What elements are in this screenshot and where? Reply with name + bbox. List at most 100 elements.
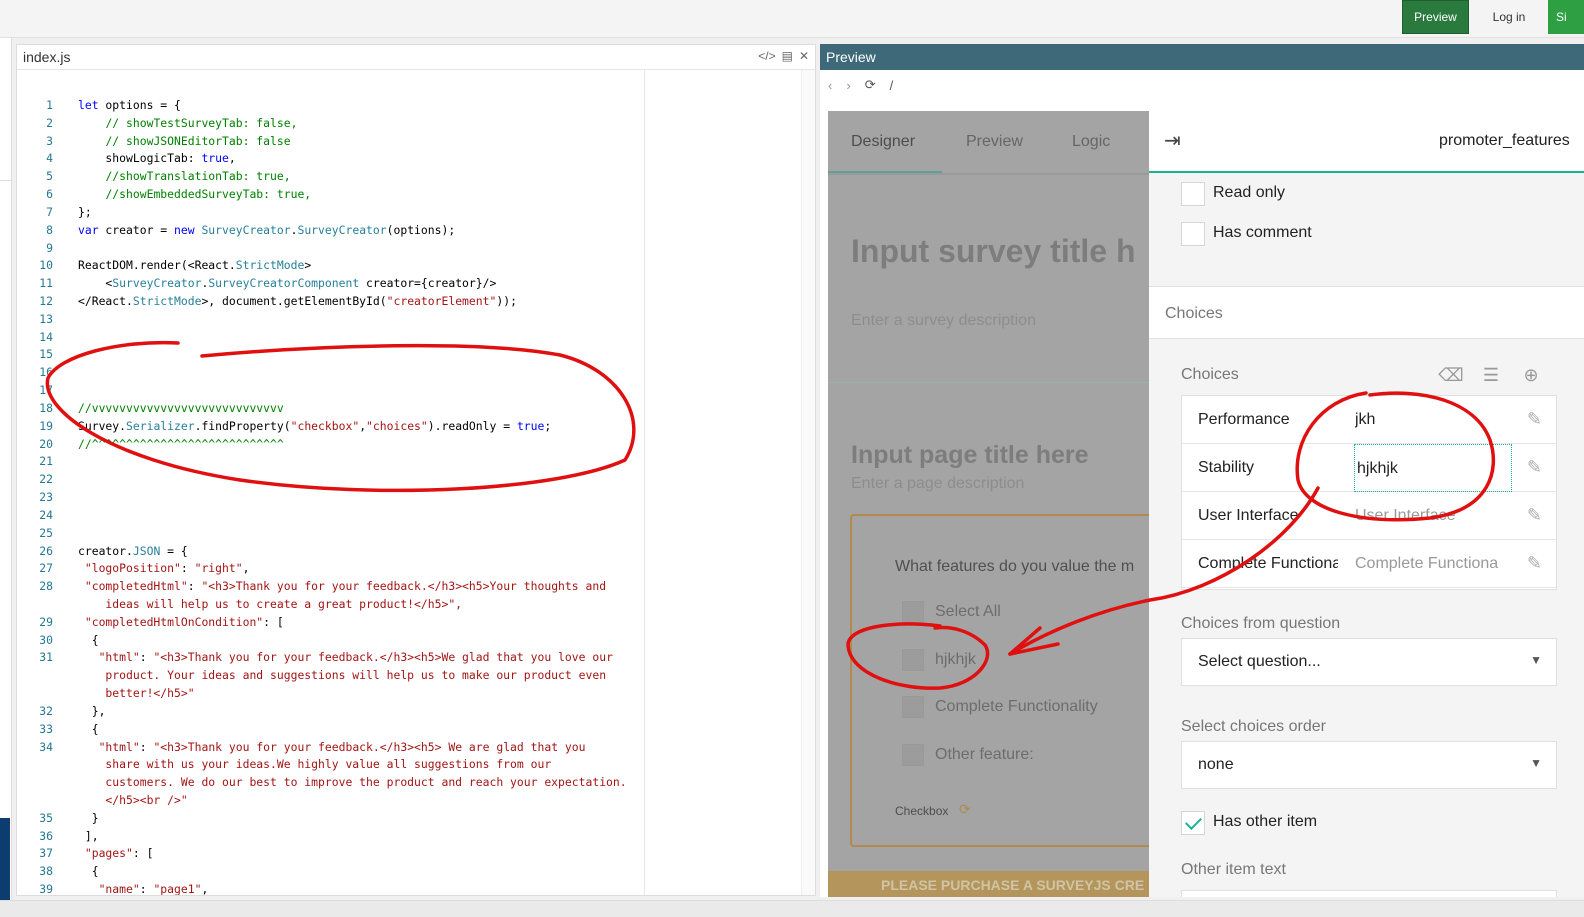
choices-section-header[interactable]: Choices: [1149, 286, 1584, 339]
code-line[interactable]: ideas will help us to create a great pro…: [17, 596, 797, 613]
code-line[interactable]: 1 let options = {: [17, 97, 797, 114]
code-line[interactable]: 18 //vvvvvvvvvvvvvvvvvvvvvvvvvvvv: [17, 400, 797, 417]
login-button[interactable]: Log in: [1474, 0, 1544, 34]
code-line[interactable]: 37 "pages": [: [17, 845, 797, 862]
code-line[interactable]: 22: [17, 471, 797, 488]
question-card[interactable]: What features do you value the m Select …: [850, 514, 1149, 847]
tab-designer[interactable]: Designer: [851, 133, 915, 151]
code-line[interactable]: 6 //showEmbeddedSurveyTab: true,: [17, 186, 797, 203]
option-checkbox[interactable]: [902, 744, 924, 766]
has-comment-checkbox[interactable]: Has comment: [1181, 222, 1481, 246]
code-line[interactable]: 27 "logoPosition": "right",: [17, 560, 797, 577]
code-line[interactable]: 34 "html": "<h3>Thank you for your feedb…: [17, 739, 797, 756]
code-line[interactable]: 32 },: [17, 703, 797, 720]
option-checkbox[interactable]: [902, 649, 924, 671]
code-line[interactable]: 15: [17, 346, 797, 363]
pencil-icon[interactable]: ✎: [1527, 409, 1542, 430]
checkbox-box[interactable]: [1181, 222, 1205, 246]
code-line[interactable]: 11 <SurveyCreator.SurveyCreatorComponent…: [17, 275, 797, 292]
option-complete-functionality[interactable]: Complete Functionality: [902, 696, 1142, 720]
read-only-checkbox[interactable]: Read only: [1181, 182, 1481, 206]
pencil-icon[interactable]: ✎: [1527, 457, 1542, 478]
option-checkbox[interactable]: [902, 601, 924, 623]
code-line[interactable]: </h5><br />": [17, 792, 797, 809]
choice-row[interactable]: Stability hjkhjk ✎: [1182, 444, 1556, 492]
choice-value-input[interactable]: User Interface: [1355, 507, 1510, 525]
checkbox-box[interactable]: [1181, 811, 1205, 835]
code-line[interactable]: 25: [17, 525, 797, 542]
preview-button[interactable]: Preview: [1402, 0, 1469, 34]
other-item-text-input[interactable]: [1181, 890, 1557, 897]
add-circle-icon[interactable]: ⊕: [1519, 363, 1543, 387]
code-line[interactable]: 8 var creator = new SurveyCreator.SurveyC…: [17, 222, 797, 239]
pencil-icon[interactable]: ✎: [1527, 553, 1542, 574]
code-line[interactable]: share with us your ideas.We highly value…: [17, 756, 797, 773]
code-line[interactable]: 35 }: [17, 810, 797, 827]
code-line[interactable]: 4 showLogicTab: true,: [17, 150, 797, 167]
code-line[interactable]: 20 //^^^^^^^^^^^^^^^^^^^^^^^^^^^^: [17, 436, 797, 453]
url-path[interactable]: /: [890, 78, 894, 93]
book-icon[interactable]: ▤: [782, 49, 793, 63]
code-line[interactable]: 16: [17, 364, 797, 381]
code-line[interactable]: 14: [17, 329, 797, 346]
eraser-icon[interactable]: ⌫: [1438, 363, 1463, 387]
edit-list-icon[interactable]: ☰: [1479, 363, 1503, 387]
question-title[interactable]: What features do you value the m: [895, 558, 1134, 576]
code-line[interactable]: customers. We do our best to improve the…: [17, 774, 797, 791]
code-line[interactable]: 12 </React.StrictMode>, document.getEleme…: [17, 293, 797, 310]
option-other[interactable]: Other feature:: [902, 744, 1142, 768]
choice-value-input[interactable]: Complete Functiona: [1355, 555, 1510, 573]
code-line[interactable]: 3 // showJSONEditorTab: false: [17, 133, 797, 150]
code-line[interactable]: 29 "completedHtmlOnCondition": [: [17, 614, 797, 631]
code-line[interactable]: 9: [17, 240, 797, 257]
code-line[interactable]: 19 Survey.Serializer.findProperty("checkb…: [17, 418, 797, 435]
close-icon[interactable]: ✕: [799, 49, 809, 63]
code-line[interactable]: 30 {: [17, 632, 797, 649]
refresh-icon[interactable]: ⟳: [959, 801, 971, 818]
choice-text[interactable]: Performance: [1198, 411, 1338, 429]
back-icon[interactable]: ‹: [828, 78, 832, 93]
collapse-panel-icon[interactable]: ⇥: [1164, 128, 1181, 153]
editor-scrollbar[interactable]: [801, 70, 815, 895]
code-line[interactable]: 23: [17, 489, 797, 506]
choice-text[interactable]: Stability: [1198, 459, 1338, 477]
code-line[interactable]: 17: [17, 382, 797, 399]
code-line[interactable]: 13: [17, 311, 797, 328]
code-line[interactable]: 24: [17, 507, 797, 524]
option-select-all[interactable]: Select All: [902, 601, 1142, 625]
choice-value-input[interactable]: jkh: [1355, 411, 1510, 429]
survey-description[interactable]: Enter a survey description: [851, 312, 1036, 330]
code-line[interactable]: 21: [17, 453, 797, 470]
code-line[interactable]: better!</h5>": [17, 685, 797, 702]
choice-text[interactable]: Complete Functiona: [1198, 555, 1338, 573]
choice-row[interactable]: Performance jkh ✎: [1182, 396, 1556, 444]
code-line[interactable]: 5 //showTranslationTab: true,: [17, 168, 797, 185]
code-line[interactable]: 10 ReactDOM.render(<React.StrictMode>: [17, 257, 797, 274]
tab-logic[interactable]: Logic: [1072, 133, 1110, 151]
editor-body[interactable]: 1 let options = {2 // showTestSurveyTab: …: [17, 70, 815, 895]
choice-row[interactable]: Complete Functiona Complete Functiona ✎: [1182, 540, 1556, 588]
code-line[interactable]: 36 ],: [17, 828, 797, 845]
reload-icon[interactable]: ⟳: [865, 77, 876, 93]
choice-value-input[interactable]: hjkhjk: [1354, 444, 1512, 492]
tab-preview[interactable]: Preview: [966, 133, 1023, 151]
page-title[interactable]: Input page title here: [851, 441, 1089, 470]
code-line[interactable]: 31 "html": "<h3>Thank you for your feedb…: [17, 649, 797, 666]
code-line[interactable]: product. Your ideas and suggestions will…: [17, 667, 797, 684]
code-line[interactable]: 33 {: [17, 721, 797, 738]
code-line[interactable]: 2 // showTestSurveyTab: false,: [17, 115, 797, 132]
code-view-icon[interactable]: </>: [758, 49, 775, 63]
option-checkbox[interactable]: [902, 696, 924, 718]
code-line[interactable]: 26 creator.JSON = {: [17, 543, 797, 560]
checkbox-box[interactable]: [1181, 182, 1205, 206]
question-type-label[interactable]: Checkbox: [895, 804, 948, 818]
forward-icon[interactable]: ›: [846, 78, 850, 93]
choice-row[interactable]: User Interface User Interface ✎: [1182, 492, 1556, 540]
survey-title[interactable]: Input survey title h: [851, 233, 1135, 270]
pencil-icon[interactable]: ✎: [1527, 505, 1542, 526]
page-description[interactable]: Enter a page description: [851, 475, 1024, 493]
option-hjkhjk[interactable]: hjkhjk: [902, 649, 1142, 673]
signup-button[interactable]: Si: [1548, 0, 1584, 34]
code-line[interactable]: 39 "name": "page1",: [17, 881, 797, 895]
choices-from-select[interactable]: Select question... ▼: [1181, 638, 1557, 686]
